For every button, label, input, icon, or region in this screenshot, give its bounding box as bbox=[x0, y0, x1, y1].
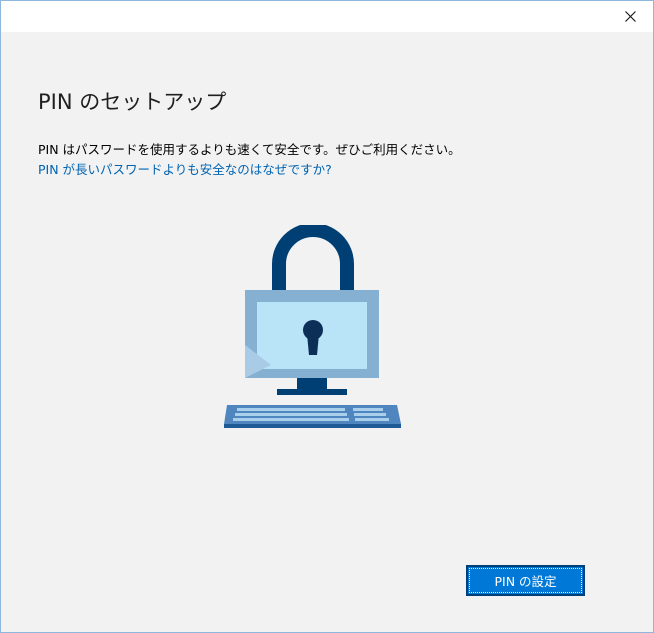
monitor-base bbox=[277, 389, 347, 395]
locked-computer-icon bbox=[224, 225, 401, 428]
close-icon bbox=[624, 11, 636, 22]
close-button[interactable] bbox=[607, 1, 653, 32]
description-text: PIN はパスワードを使用するよりも速くて安全です。ぜひご利用ください。 bbox=[38, 142, 461, 157]
monitor-stand bbox=[297, 378, 327, 390]
page-title: PIN のセットアップ bbox=[38, 90, 227, 114]
set-pin-button[interactable]: PIN の設定 bbox=[466, 565, 585, 596]
why-pin-safer-link[interactable]: PIN が長いパスワードよりも安全なのはなぜですか? bbox=[38, 161, 332, 179]
setup-pin-dialog: PIN のセットアップ PIN はパスワードを使用するよりも速くて安全です。ぜひ… bbox=[0, 0, 654, 633]
padlock-shackle bbox=[272, 225, 354, 292]
title-bar bbox=[1, 1, 653, 32]
